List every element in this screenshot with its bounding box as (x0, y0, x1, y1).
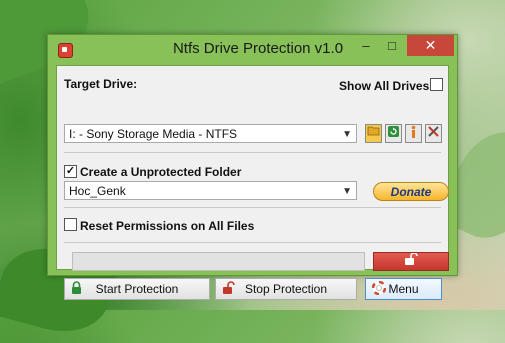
minimize-button[interactable]: – (353, 35, 379, 56)
menu-button[interactable]: Menu (365, 278, 442, 300)
reset-permissions-label: Reset Permissions on All Files (80, 219, 255, 233)
create-folder-label: Create a Unprotected Folder (80, 165, 242, 179)
chevron-down-icon: ▼ (342, 129, 352, 140)
target-drive-select[interactable]: I: - Sony Storage Media - NTFS ▼ (64, 124, 357, 143)
close-button[interactable]: ✕ (407, 35, 454, 56)
start-protection-label: Start Protection (95, 282, 179, 296)
folder-name-value: Hoc_Genk (69, 184, 126, 198)
chevron-down-icon: ▼ (342, 186, 352, 197)
divider (64, 152, 441, 153)
main-panel: Target Drive: Show All Drives I: - Sony … (56, 65, 449, 300)
target-drive-value: I: - Sony Storage Media - NTFS (69, 127, 238, 141)
window-title: Ntfs Drive Protection v1.0 (172, 40, 344, 57)
refresh-icon[interactable] (385, 124, 402, 143)
folder-name-select[interactable]: Hoc_Genk ▼ (64, 181, 357, 200)
target-drive-label: Target Drive: (64, 77, 138, 91)
title-bar[interactable]: Ntfs Drive Protection v1.0 – □ ✕ (48, 35, 457, 62)
unlock-icon (405, 252, 418, 265)
divider (64, 242, 441, 243)
stop-protection-label: Stop Protection (244, 282, 328, 296)
start-protection-button[interactable]: Start Protection (64, 278, 210, 300)
menu-label: Menu (388, 282, 419, 296)
tools-icon[interactable] (425, 124, 442, 143)
app-window: Ntfs Drive Protection v1.0 – □ ✕ Target … (47, 34, 458, 300)
reset-permissions-checkbox[interactable] (64, 218, 77, 231)
show-all-drives-label: Show All Drives (339, 79, 430, 93)
maximize-button[interactable]: □ (379, 35, 405, 56)
show-all-drives-checkbox[interactable] (430, 78, 443, 91)
divider (64, 207, 441, 208)
progress-bar (72, 252, 365, 271)
info-icon[interactable] (405, 124, 422, 143)
unlock-button[interactable] (373, 252, 449, 271)
folder-icon[interactable] (365, 124, 382, 143)
create-folder-checkbox[interactable]: ✓ (64, 165, 77, 178)
app-icon[interactable] (58, 43, 73, 58)
donate-button[interactable]: Donate (373, 182, 449, 201)
stop-protection-button[interactable]: Stop Protection (215, 278, 357, 300)
